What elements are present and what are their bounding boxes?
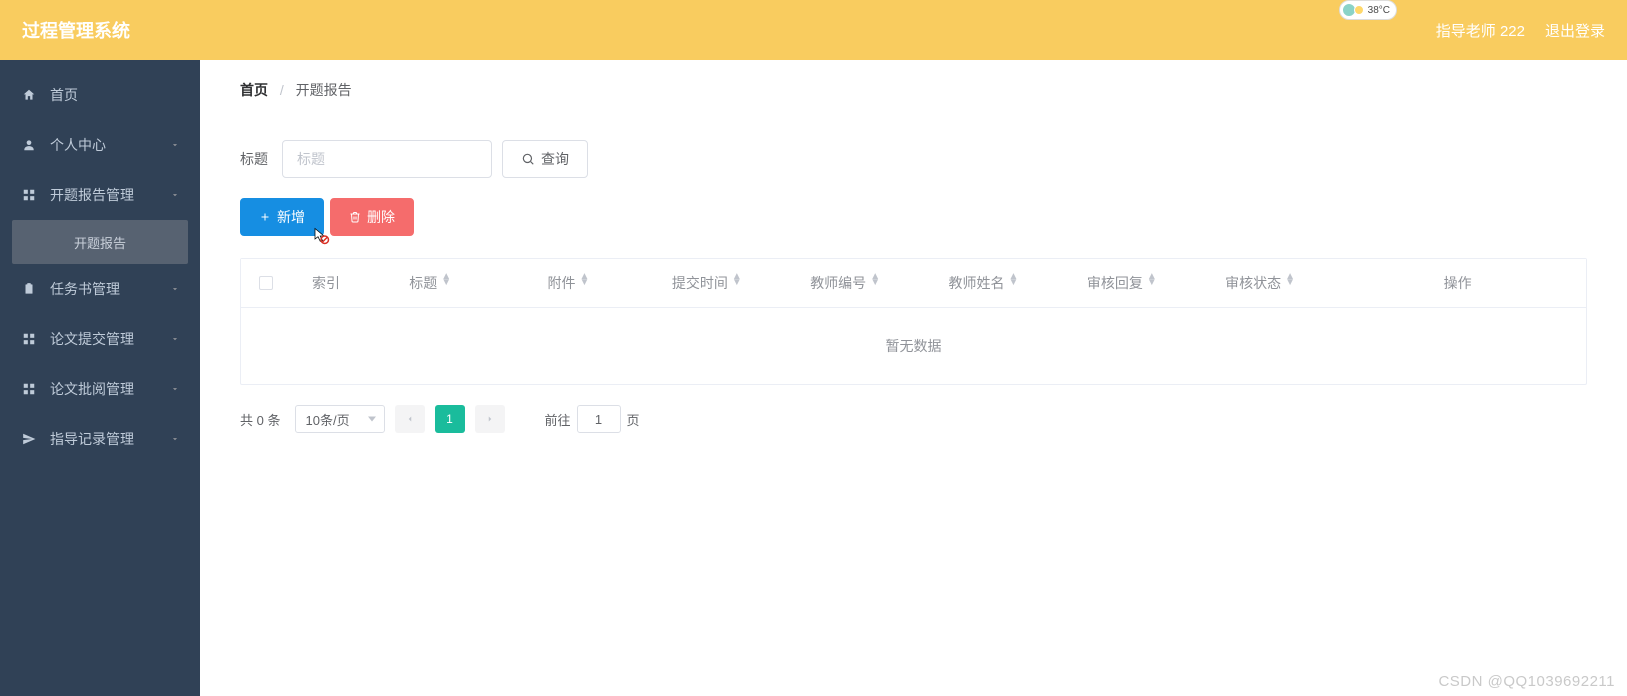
page-total: 共 0 条 [240, 410, 281, 429]
add-button[interactable]: 新增 [240, 198, 324, 236]
next-page-button[interactable] [475, 405, 505, 433]
title-search-input[interactable] [282, 140, 492, 178]
sidebar-item-personal[interactable]: 个人中心 [0, 120, 200, 170]
col-attachment[interactable]: 附件▲▼ [499, 259, 637, 307]
sidebar-subitem-label: 开题报告 [74, 233, 126, 252]
clipboard-icon [20, 282, 38, 296]
page-jump: 前往 页 [545, 405, 640, 433]
sidebar-item-label: 论文提交管理 [50, 329, 170, 349]
sort-icon: ▲▼ [1147, 277, 1157, 289]
action-row: 新增 删除 [240, 198, 1587, 236]
page-jump-input[interactable] [577, 405, 621, 433]
home-icon [20, 88, 38, 102]
data-table: 索引 标题▲▼ 附件▲▼ 提交时间▲▼ 教师编号▲▼ 教师姓名▲▼ 审核回复▲▼… [240, 258, 1587, 385]
sidebar-item-guidance-record-mgmt[interactable]: 指导记录管理 [0, 414, 200, 464]
table-empty-text: 暂无数据 [241, 308, 1586, 384]
sort-icon: ▲▼ [870, 277, 880, 289]
sidebar-item-task-mgmt[interactable]: 任务书管理 [0, 264, 200, 314]
person-icon [20, 138, 38, 152]
chevron-down-icon [170, 140, 180, 150]
prev-page-button[interactable] [395, 405, 425, 433]
col-teacher-name[interactable]: 教师姓名▲▼ [914, 259, 1052, 307]
page-number-button[interactable]: 1 [435, 405, 465, 433]
sort-icon: ▲▼ [441, 277, 451, 289]
search-icon [521, 152, 535, 166]
col-index[interactable]: 索引 [291, 259, 361, 307]
col-submit-time[interactable]: 提交时间▲▼ [638, 259, 776, 307]
sidebar-item-paper-review-mgmt[interactable]: 论文批阅管理 [0, 364, 200, 414]
grid-icon [20, 188, 38, 202]
col-review-status[interactable]: 审核状态▲▼ [1191, 259, 1329, 307]
chevron-down-icon [170, 334, 180, 344]
chevron-down-icon [170, 190, 180, 200]
sort-icon: ▲▼ [732, 277, 742, 289]
weather-icon-2 [1354, 5, 1364, 15]
breadcrumb: 首页 / 开题报告 [200, 60, 1627, 120]
weather-temp: 38°C [1368, 5, 1390, 16]
sidebar-item-label: 指导记录管理 [50, 429, 170, 449]
app-title: 过程管理系统 [22, 17, 130, 43]
sidebar-item-opening-report-mgmt[interactable]: 开题报告管理 [0, 170, 200, 220]
chevron-down-icon [170, 384, 180, 394]
breadcrumb-home[interactable]: 首页 [240, 82, 268, 98]
trash-icon [349, 211, 361, 223]
watermark: CSDN @QQ1039692211 [1438, 673, 1615, 690]
sort-icon: ▲▼ [1285, 277, 1295, 289]
sidebar-item-label: 论文批阅管理 [50, 379, 170, 399]
sidebar: 首页 个人中心 开题报告管理 开题报告 任 [0, 60, 200, 696]
sidebar-item-label: 首页 [50, 85, 180, 105]
sidebar-item-label: 个人中心 [50, 135, 170, 155]
grid-icon [20, 382, 38, 396]
delete-button[interactable]: 删除 [330, 198, 414, 236]
delete-button-label: 删除 [367, 207, 395, 227]
sidebar-item-label: 开题报告管理 [50, 185, 170, 205]
sidebar-item-label: 任务书管理 [50, 279, 170, 299]
col-operation: 操作 [1329, 259, 1586, 307]
table-header: 索引 标题▲▼ 附件▲▼ 提交时间▲▼ 教师编号▲▼ 教师姓名▲▼ 审核回复▲▼… [241, 259, 1586, 308]
breadcrumb-separator: / [280, 82, 284, 98]
app-header: 过程管理系统 38°C 指导老师 222 退出登录 [0, 0, 1627, 60]
chevron-down-icon [170, 434, 180, 444]
add-button-label: 新增 [277, 207, 305, 227]
plus-icon [259, 211, 271, 223]
logout-link[interactable]: 退出登录 [1545, 20, 1605, 41]
checkbox-icon [259, 276, 273, 290]
sort-icon: ▲▼ [1009, 277, 1019, 289]
jump-prefix: 前往 [545, 410, 571, 429]
sidebar-item-paper-submit-mgmt[interactable]: 论文提交管理 [0, 314, 200, 364]
col-title[interactable]: 标题▲▼ [361, 259, 499, 307]
sidebar-subitem-opening-report[interactable]: 开题报告 [12, 220, 188, 264]
sidebar-item-home[interactable]: 首页 [0, 70, 200, 120]
col-teacher-no[interactable]: 教师编号▲▼ [776, 259, 914, 307]
col-review-reply[interactable]: 审核回复▲▼ [1053, 259, 1191, 307]
search-button-label: 查询 [541, 149, 569, 169]
weather-widget: 38°C [1339, 0, 1397, 20]
page-size-select[interactable]: 10条/页 [295, 405, 385, 433]
select-all-col[interactable] [241, 259, 291, 307]
current-user[interactable]: 指导老师 222 [1436, 20, 1525, 41]
search-label: 标题 [240, 149, 268, 169]
grid-icon [20, 332, 38, 346]
sort-icon: ▲▼ [580, 277, 590, 289]
search-button[interactable]: 查询 [502, 140, 588, 178]
jump-suffix: 页 [627, 410, 640, 429]
header-right: 38°C 指导老师 222 退出登录 [1436, 20, 1605, 41]
breadcrumb-current: 开题报告 [296, 82, 352, 98]
pagination: 共 0 条 10条/页 1 前往 页 [240, 405, 1587, 433]
send-icon [20, 432, 38, 446]
chevron-down-icon [170, 284, 180, 294]
main-content: 首页 / 开题报告 标题 查询 新增 [200, 60, 1627, 696]
search-row: 标题 查询 [240, 140, 1587, 178]
